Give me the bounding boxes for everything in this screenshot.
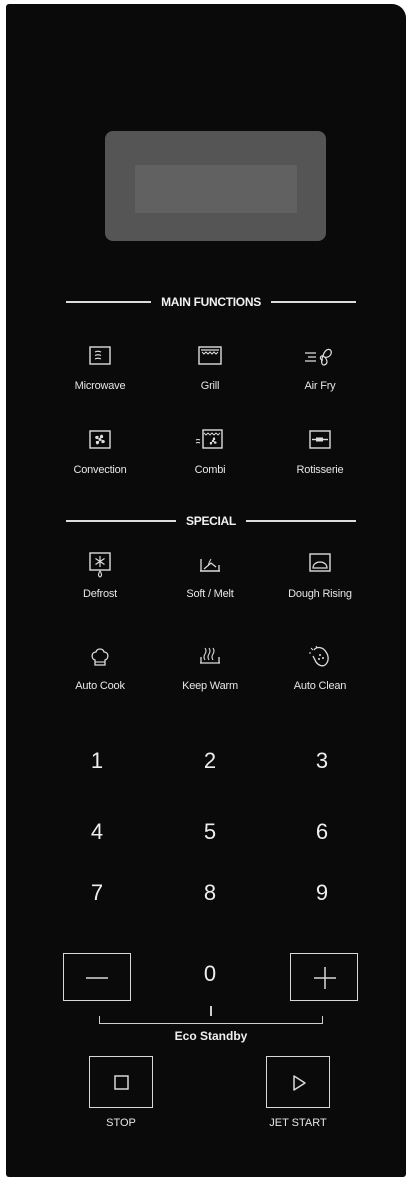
divider-line [245, 520, 357, 522]
jet-start-button[interactable] [266, 1056, 330, 1108]
digit-6-button[interactable]: 6 [292, 819, 352, 845]
air-fry-button[interactable]: Air Fry [265, 344, 375, 392]
stop-icon [114, 1075, 129, 1090]
soft-melt-label: Soft / Melt [186, 588, 234, 600]
convection-button[interactable]: Convection [45, 428, 155, 476]
plus-icon [314, 967, 336, 989]
combi-label: Combi [194, 464, 226, 476]
special-title: SPECIAL [186, 514, 236, 528]
microwave-button[interactable]: Microwave [45, 344, 155, 392]
keep-warm-button[interactable]: Keep Warm [155, 644, 265, 692]
digit-5-button[interactable]: 5 [180, 819, 240, 845]
divider-line [66, 520, 177, 522]
keep-warm-icon [200, 647, 220, 664]
play-icon [293, 1075, 306, 1091]
digit-8-button[interactable]: 8 [180, 880, 240, 906]
eco-standby-tick [210, 1006, 212, 1016]
digit-0-button[interactable]: 0 [180, 961, 240, 987]
eco-standby-bracket [99, 1016, 323, 1024]
rotisserie-button[interactable]: Rotisserie [265, 428, 375, 476]
minus-icon [86, 977, 108, 979]
grill-label: Grill [200, 380, 220, 392]
dough-rising-icon [309, 553, 331, 572]
auto-clean-label: Auto Clean [293, 680, 347, 692]
digit-3-button[interactable]: 3 [292, 748, 352, 774]
digit-9-button[interactable]: 9 [292, 880, 352, 906]
microwave-icon [89, 346, 111, 365]
convection-icon [89, 430, 111, 449]
soft-melt-icon [200, 558, 220, 572]
minus-button[interactable] [63, 953, 131, 1001]
display-inner [135, 165, 297, 213]
convection-label: Convection [73, 464, 127, 476]
digit-1-button[interactable]: 1 [67, 748, 127, 774]
combi-button[interactable]: Combi [155, 428, 265, 476]
microwave-label: Microwave [74, 380, 126, 392]
special-header: SPECIAL [66, 511, 357, 531]
digit-7-button[interactable]: 7 [67, 880, 127, 906]
dough-rising-label: Dough Rising [288, 588, 352, 600]
combi-icon [195, 429, 223, 449]
rotisserie-icon [309, 430, 331, 449]
plus-button[interactable] [290, 953, 358, 1001]
eco-standby-label: Eco Standby [174, 1029, 248, 1043]
jet-start-label: JET START [269, 1117, 327, 1129]
grill-button[interactable]: Grill [155, 344, 265, 392]
divider-line [270, 301, 357, 303]
stop-button[interactable] [89, 1056, 153, 1108]
defrost-button[interactable]: Defrost [45, 552, 155, 600]
control-panel: MAIN FUNCTIONS Microwave Grill Air Fry C… [6, 4, 406, 1177]
main-functions-header: MAIN FUNCTIONS [66, 292, 357, 312]
divider-line [66, 301, 152, 303]
digit-4-button[interactable]: 4 [67, 819, 127, 845]
grill-icon [198, 346, 222, 365]
soft-melt-button[interactable]: Soft / Melt [155, 552, 265, 600]
auto-clean-button[interactable]: Auto Clean [265, 644, 375, 692]
air-fry-label: Air Fry [304, 380, 336, 392]
defrost-label: Defrost [82, 588, 118, 600]
auto-clean-icon [309, 645, 329, 667]
dough-rising-button[interactable]: Dough Rising [265, 552, 375, 600]
auto-cook-button[interactable]: Auto Cook [45, 644, 155, 692]
chef-hat-icon [91, 648, 109, 666]
stop-label: STOP [106, 1117, 136, 1129]
keep-warm-label: Keep Warm [182, 680, 238, 692]
defrost-icon [89, 552, 111, 578]
display-screen [105, 131, 326, 241]
rotisserie-label: Rotisserie [296, 464, 344, 476]
digit-2-button[interactable]: 2 [180, 748, 240, 774]
air-fry-icon [305, 348, 332, 366]
main-functions-title: MAIN FUNCTIONS [161, 295, 261, 309]
auto-cook-label: Auto Cook [75, 680, 125, 692]
